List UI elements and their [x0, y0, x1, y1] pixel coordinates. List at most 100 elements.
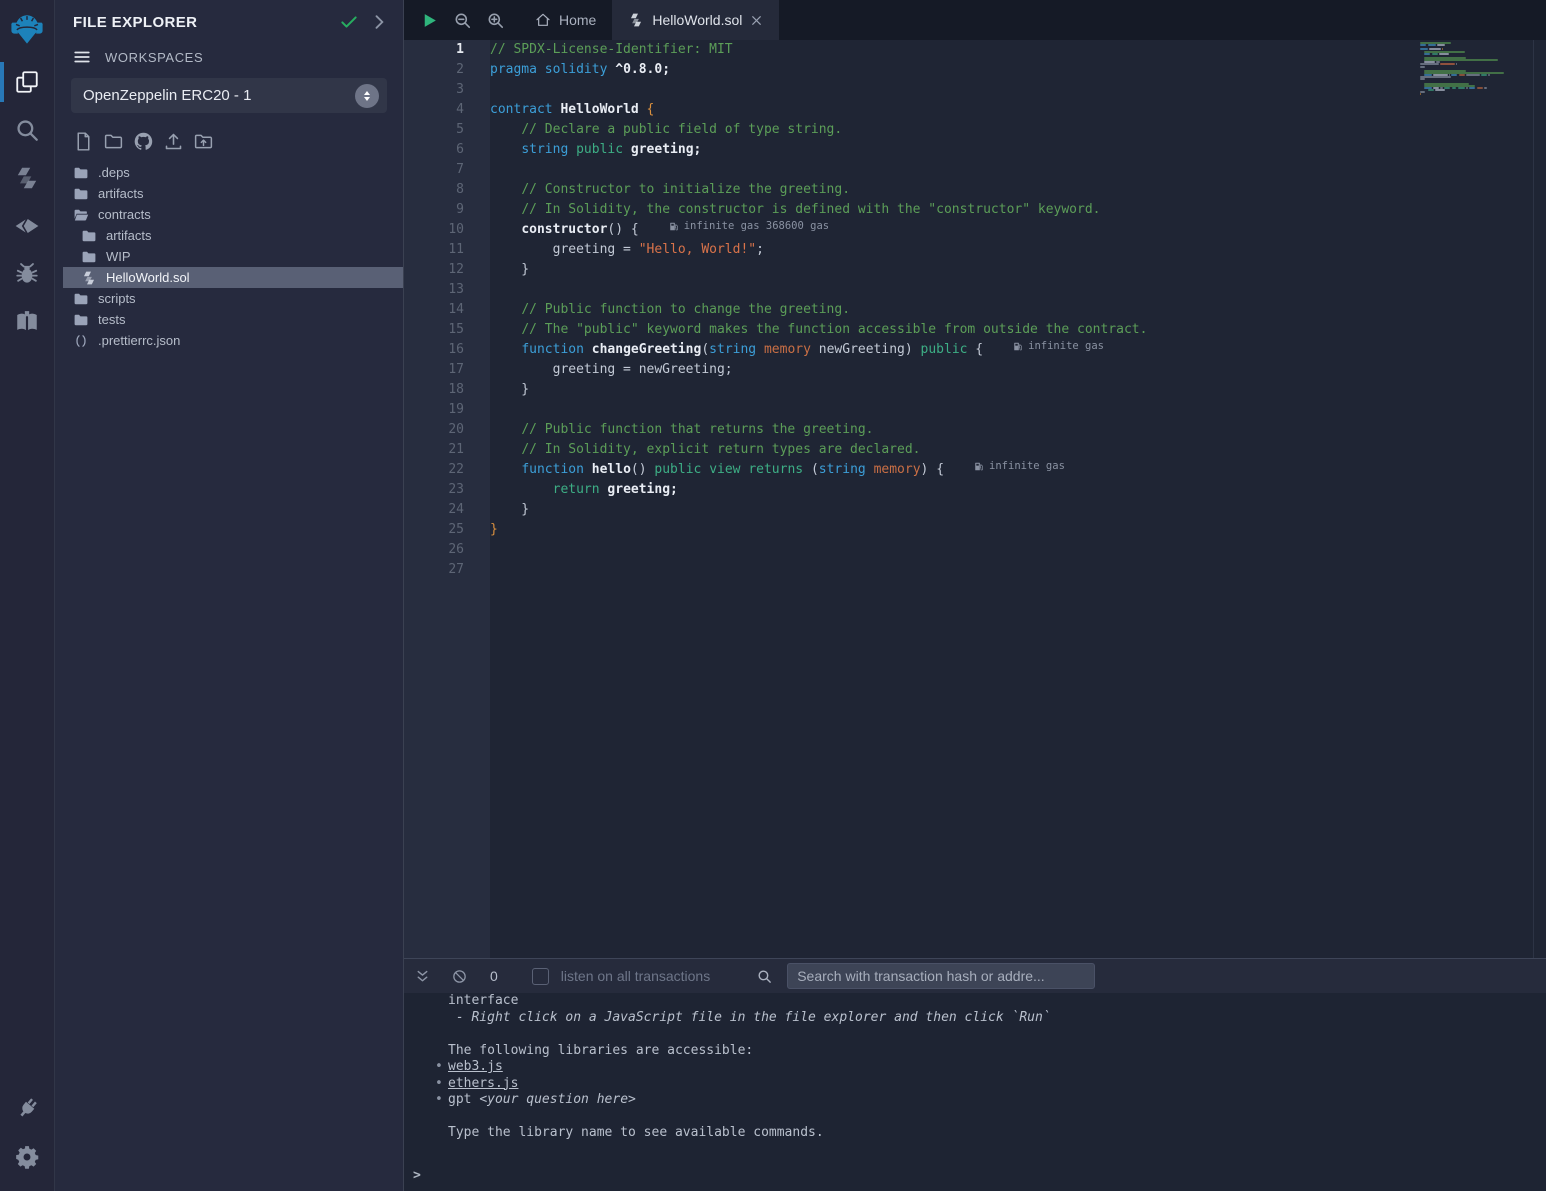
clone-github-button[interactable] [133, 131, 154, 152]
code-line[interactable]: // Public function to change the greetin… [490, 300, 1406, 320]
gutter-line-number[interactable]: 26 [404, 540, 464, 560]
editor-scrollbar[interactable] [1533, 40, 1546, 958]
gutter-line-number[interactable]: 15 [404, 320, 464, 340]
sidebar-plugin-manager[interactable] [0, 1085, 54, 1133]
new-file-button[interactable] [73, 131, 94, 152]
gutter-line-number[interactable]: 21 [404, 440, 464, 460]
gutter-line-number[interactable]: 12 [404, 260, 464, 280]
gutter-line-number[interactable]: 4 [404, 100, 464, 120]
publish-workspace-button[interactable] [163, 131, 184, 152]
code-line[interactable]: contract HelloWorld { [490, 100, 1406, 120]
close-tab-icon[interactable] [750, 14, 763, 27]
load-local-folder-button[interactable] [193, 131, 214, 152]
gutter-line-number[interactable]: 17 [404, 360, 464, 380]
code-line[interactable]: // The "public" keyword makes the functi… [490, 320, 1406, 340]
sidebar-settings[interactable] [0, 1133, 54, 1181]
code-line[interactable]: // SPDX-License-Identifier: MIT [490, 40, 1406, 60]
workspace-select[interactable]: OpenZeppelin ERC20 - 1 [71, 78, 387, 113]
tree-item-tests[interactable]: tests [55, 309, 403, 330]
gutter-line-number[interactable]: 2 [404, 60, 464, 80]
editor-minimap[interactable] [1420, 40, 1533, 100]
terminal-expand-icon[interactable] [414, 968, 431, 985]
sidebar-solidity-compiler[interactable] [0, 154, 54, 202]
code-line[interactable]: } [490, 500, 1406, 520]
code-line[interactable]: greeting = newGreeting; [490, 360, 1406, 380]
terminal-clear-icon[interactable] [451, 968, 468, 985]
workspace-switch-icon[interactable] [355, 84, 379, 108]
code-line[interactable] [490, 160, 1406, 180]
code-line[interactable]: return greeting; [490, 480, 1406, 500]
tree-item-artifacts[interactable]: artifacts [55, 183, 403, 204]
gutter-line-number[interactable]: 25 [404, 520, 464, 540]
code-line[interactable]: } [490, 380, 1406, 400]
gutter-line-number[interactable]: 18 [404, 380, 464, 400]
zoom-out-button[interactable] [453, 11, 472, 30]
code-line[interactable]: constructor() {infinite gas 368600 gas [490, 220, 1406, 240]
gutter-line-number[interactable]: 20 [404, 420, 464, 440]
tree-item-scripts[interactable]: scripts [55, 288, 403, 309]
sidebar-learneth[interactable] [0, 298, 54, 346]
gutter-line-number[interactable]: 3 [404, 80, 464, 100]
code-line[interactable]: // Public function that returns the gree… [490, 420, 1406, 440]
check-icon[interactable] [339, 12, 359, 32]
tab-Home[interactable]: Home [519, 0, 612, 40]
code-line[interactable] [490, 280, 1406, 300]
gutter-line-number[interactable]: 14 [404, 300, 464, 320]
code-line[interactable]: } [490, 260, 1406, 280]
code-line[interactable]: function changeGreeting(string memory ne… [490, 340, 1406, 360]
gutter-line-number[interactable]: 7 [404, 160, 464, 180]
code-line[interactable]: greeting = "Hello, World!"; [490, 240, 1406, 260]
gutter-line-number[interactable]: 8 [404, 180, 464, 200]
code-line[interactable]: // Declare a public field of type string… [490, 120, 1406, 140]
tree-item-WIP[interactable]: WIP [55, 246, 403, 267]
ethers.js-link[interactable]: ethers.js [448, 1076, 518, 1091]
run-script-button[interactable] [420, 11, 439, 30]
new-folder-button[interactable] [103, 131, 124, 152]
gutter-line-number[interactable]: 10 [404, 220, 464, 240]
tree-item-contracts[interactable]: contracts [55, 204, 403, 225]
gutter-line-number[interactable]: 5 [404, 120, 464, 140]
gutter-line-number[interactable]: 16 [404, 340, 464, 360]
code-line[interactable]: pragma solidity ^0.8.0; [490, 60, 1406, 80]
folder-icon [81, 249, 97, 265]
gutter-line-number[interactable]: 1 [404, 40, 464, 60]
zoom-in-button[interactable] [486, 11, 505, 30]
gutter-line-number[interactable]: 19 [404, 400, 464, 420]
gutter-line-number[interactable]: 13 [404, 280, 464, 300]
terminal-search-input[interactable] [787, 963, 1095, 989]
tree-item-.deps[interactable]: .deps [55, 162, 403, 183]
listen-transactions-checkbox[interactable] [532, 968, 549, 985]
terminal-prompt[interactable]: > [413, 1168, 421, 1183]
sidebar-file-explorer[interactable] [0, 58, 54, 106]
code-line[interactable] [490, 540, 1406, 560]
gutter-line-number[interactable]: 23 [404, 480, 464, 500]
code-line[interactable]: string public greeting; [490, 140, 1406, 160]
tree-item-.prettierrc.json[interactable]: .prettierrc.json [55, 330, 403, 351]
tree-item-artifacts[interactable]: artifacts [55, 225, 403, 246]
code-line[interactable]: function hello() public view returns (st… [490, 460, 1406, 480]
gutter-line-number[interactable]: 9 [404, 200, 464, 220]
code-line[interactable]: // In Solidity, the constructor is defin… [490, 200, 1406, 220]
tab-HelloWorld.sol[interactable]: HelloWorld.sol [612, 0, 779, 40]
gutter-line-number[interactable]: 22 [404, 460, 464, 480]
chevron-right-icon[interactable] [369, 12, 389, 32]
code-line[interactable] [490, 80, 1406, 100]
gutter-line-number[interactable]: 6 [404, 140, 464, 160]
sidebar-remix-logo[interactable] [0, 0, 54, 58]
code-line[interactable]: } [490, 520, 1406, 540]
file-explorer-panel: FILE EXPLORER WORKSPACES OpenZeppelin ER… [55, 0, 404, 1191]
hamburger-menu-icon[interactable] [73, 48, 91, 66]
gutter-line-number[interactable]: 27 [404, 560, 464, 580]
tree-item-HelloWorld.sol[interactable]: HelloWorld.sol [63, 267, 403, 288]
code-line[interactable] [490, 560, 1406, 580]
sidebar-debugger[interactable] [0, 250, 54, 298]
gas-estimate-text: infinite gas 368600 gas [684, 221, 829, 232]
sidebar-search[interactable] [0, 106, 54, 154]
code-line[interactable] [490, 400, 1406, 420]
code-line[interactable]: // In Solidity, explicit return types ar… [490, 440, 1406, 460]
code-line[interactable]: // Constructor to initialize the greetin… [490, 180, 1406, 200]
gutter-line-number[interactable]: 11 [404, 240, 464, 260]
sidebar-deploy-run[interactable] [0, 202, 54, 250]
gutter-line-number[interactable]: 24 [404, 500, 464, 520]
web3.js-link[interactable]: web3.js [448, 1059, 503, 1074]
